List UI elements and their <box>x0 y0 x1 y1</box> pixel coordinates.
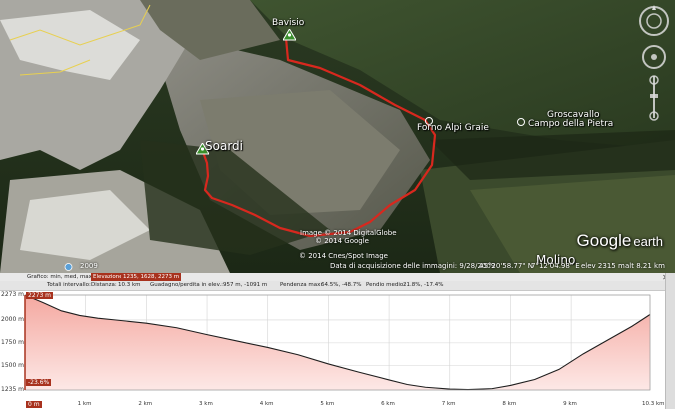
place-label-bavisio[interactable]: Bavisio <box>272 18 304 28</box>
hiker-icon[interactable] <box>283 29 296 42</box>
gain-label: Guadagno/perdita in elev.: <box>150 282 223 288</box>
place-label-campo-della-pietra[interactable]: Campo della Pietra <box>528 119 613 129</box>
distance-value: 10.3 km <box>118 282 141 288</box>
elevation-area <box>25 295 650 390</box>
profile-stats-row: Grafico: min, med, max Elevazione: 1235,… <box>0 273 675 282</box>
marker-label-origin: 0 m <box>26 401 42 408</box>
eye-altitude-readout: alt 8.21 km <box>625 262 665 270</box>
imagery-credit: © 2014 Google <box>315 237 369 245</box>
imagery-credit: © 2014 Cnes/Spot Image <box>299 252 388 260</box>
imagery-credit: Image © 2014 DigitalGlobe <box>300 229 397 237</box>
latitude-readout: 45°20'58.77" N <box>479 262 533 270</box>
distance-label: Distanza: <box>91 282 117 288</box>
map-status-bar: 2009 Data di acquisizione delle immagini… <box>0 262 675 273</box>
x-tick-label: 4 km <box>259 401 274 407</box>
x-tick-label: 1 km <box>77 401 92 407</box>
x-tick-label: 10.3 km <box>642 401 665 407</box>
slope-avg-label: Pendio medio: <box>366 282 406 288</box>
historical-imagery-icon[interactable] <box>64 263 73 271</box>
place-pin-icon[interactable] <box>517 118 525 126</box>
google-earth-window: Bavisio Soardi Forno Alpi Graie Groscava… <box>0 0 675 409</box>
elevation-profile-panel: Grafico: min, med, max Elevazione: 1235,… <box>0 273 675 409</box>
place-label-forno-alpi-graie[interactable]: Forno Alpi Graie <box>417 123 489 133</box>
elevation-readout: elev 2315 m <box>581 262 625 270</box>
slope-max-label: Pendenza max: <box>280 282 323 288</box>
x-tick-label: 3 km <box>199 401 213 407</box>
elevation-chart[interactable]: 2273 m 2000 m 1750 m 1500 m 1235 m 1 km 2 km 3 … <box>0 290 675 409</box>
x-tick-label: 8 km <box>502 401 517 407</box>
elevation-chart-svg <box>24 294 651 391</box>
marker-label-max: 2273 m <box>26 292 54 299</box>
marker-label-min: -23.6% <box>26 379 52 386</box>
place-label-soardi[interactable]: Soardi <box>205 139 243 153</box>
slope-avg-value: 21.8%, -17.4% <box>403 282 444 288</box>
y-tick-label: 1750 m <box>1 338 25 346</box>
gain-value: 957 m, -1091 m <box>223 282 268 288</box>
slope-max-value: 64.5%, -48.7% <box>321 282 362 288</box>
profile-scrollbar[interactable] <box>665 273 675 409</box>
x-tick-label: 2 km <box>138 401 153 407</box>
satellite-map-view[interactable]: Bavisio Soardi Forno Alpi Graie Groscava… <box>0 0 675 273</box>
y-tick-label: 2000 m <box>1 315 25 323</box>
x-tick-label: 7 km <box>441 401 456 407</box>
google-earth-logo: Google earth <box>576 231 663 250</box>
navigation-compass-icon[interactable] <box>637 4 671 124</box>
imagery-date: Data di acquisizione delle immagini: 9/2… <box>330 262 496 270</box>
x-tick-label: 9 km <box>563 401 577 407</box>
totals-label: Totali intervallo: <box>47 282 91 288</box>
longitude-readout: 7°12'04.98" E <box>531 262 580 270</box>
elevation-value: 1235, 1628, 2273 m <box>121 273 182 281</box>
graph-label: Grafico: min, med, max <box>27 274 92 280</box>
x-tick-label: 5 km <box>320 401 335 407</box>
x-tick-label: 6 km <box>381 401 395 407</box>
y-tick-label: 2273 m <box>1 291 25 298</box>
y-tick-label: 1500 m <box>1 361 25 369</box>
y-tick-label: 1235 m <box>1 386 25 393</box>
imagery-year[interactable]: 2009 <box>80 262 98 270</box>
